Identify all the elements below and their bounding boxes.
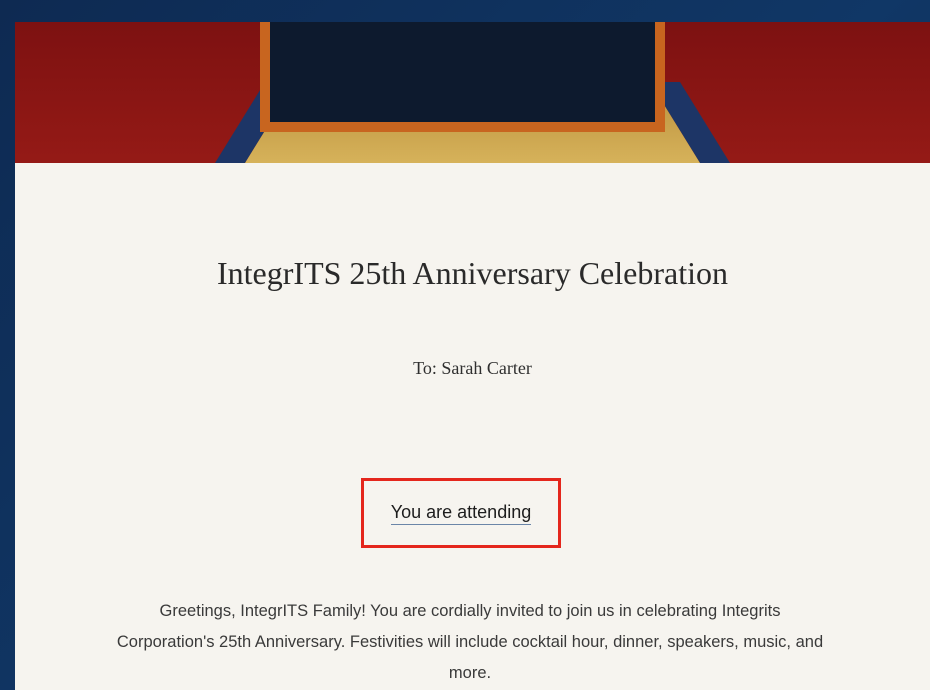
event-description: Greetings, IntegrITS Family! You are cor… (116, 602, 824, 682)
rsvp-status-label[interactable]: You are attending (390, 502, 532, 525)
invitation-card: IntegrITS 25th Anniversary Celebration T… (15, 22, 930, 690)
invitation-banner-image (15, 22, 930, 163)
recipient-name: To: Sarah Carter (413, 358, 532, 378)
event-title: IntegrITS 25th Anniversary Celebration (217, 255, 728, 291)
rsvp-status-link[interactable]: You are attending (361, 502, 561, 525)
